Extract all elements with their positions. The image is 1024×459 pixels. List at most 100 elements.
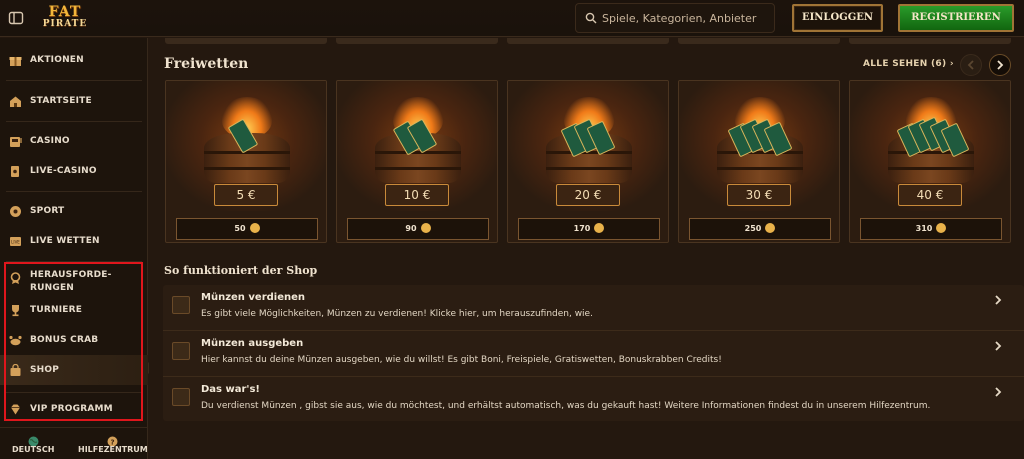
divider	[6, 121, 142, 122]
freebet-card[interactable]: 40 € 310	[849, 80, 1011, 243]
coin-icon	[765, 222, 776, 233]
card-cost: 310	[915, 224, 933, 233]
help-label: HILFEZENTRUM	[78, 445, 148, 454]
chevron-right-icon: ›	[949, 59, 954, 69]
top-header: FAT PIRATE EINLOGGEN REGISTRIEREN	[0, 0, 1024, 37]
freebet-card[interactable]: 10 € 90	[336, 80, 498, 243]
help-icon: ?	[107, 432, 118, 447]
cards-icon	[8, 164, 22, 178]
receipt-icon	[172, 388, 190, 406]
search-box[interactable]	[575, 3, 775, 33]
see-all-link[interactable]: ALLE SEHEN (6) ›	[863, 59, 954, 69]
sidebar-toggle-icon[interactable]	[8, 10, 24, 26]
main-content: Freiwetten ALLE SEHEN (6) › 5 € 50 10 € …	[149, 38, 1024, 459]
divider	[6, 261, 142, 262]
coins-icon	[172, 296, 190, 314]
sidebar-item-turniere[interactable]: TURNIERE	[0, 297, 148, 323]
logo-text-top: FAT	[48, 4, 82, 20]
card-price: 20 €	[556, 184, 620, 206]
info-row-title: Münzen verdienen	[201, 292, 306, 303]
how-it-works-list: Münzen verdienen Es gibt viele Möglichke…	[163, 285, 1024, 421]
coin-icon	[420, 222, 431, 233]
sidebar: AKTIONEN STARTSEITE CASINO LIVE-CASINO S…	[0, 38, 154, 459]
chevron-left-icon	[967, 60, 974, 70]
search-input[interactable]	[602, 4, 772, 32]
sidebar-item-herausforderungen[interactable]: HERAUSFORDE-RUNGEN	[0, 266, 148, 296]
sidebar-item-sport[interactable]: SPORT	[0, 198, 148, 224]
chevron-right-icon	[995, 295, 1002, 305]
sidebar-item-label: STARTSEITE	[30, 95, 92, 106]
sidebar-item-live-wetten[interactable]: LIVE LIVE WETTEN	[0, 228, 148, 254]
info-row-spend[interactable]: Münzen ausgeben Hier kannst du deine Mün…	[163, 331, 1024, 376]
crab-icon	[8, 333, 22, 347]
info-row-done[interactable]: Das war's! Du verdienst Münzen , gibst s…	[163, 377, 1024, 422]
sidebar-item-label: SPORT	[30, 205, 65, 216]
divider	[0, 427, 148, 428]
login-button[interactable]: EINLOGGEN	[792, 4, 883, 32]
logo-text-bottom: PIRATE	[42, 19, 88, 29]
sidebar-item-live-casino[interactable]: LIVE-CASINO	[0, 158, 148, 184]
live-icon: LIVE	[8, 234, 22, 248]
sidebar-item-label: LIVE-CASINO	[30, 165, 97, 176]
ball-icon	[8, 204, 22, 218]
card-cost: 50	[234, 224, 246, 233]
divider	[6, 392, 142, 393]
card-price: 10 €	[385, 184, 449, 206]
spend-icon	[172, 342, 190, 360]
chevron-right-icon	[995, 387, 1002, 397]
coin-icon	[594, 222, 605, 233]
sidebar-item-vip-programm[interactable]: VIP PROGRAMM	[0, 396, 148, 422]
sidebar-item-aktionen[interactable]: AKTIONEN	[0, 47, 148, 73]
sidebar-item-label: LIVE WETTEN	[30, 235, 100, 246]
section-title-freiwetten: Freiwetten	[164, 56, 249, 72]
sidebar-item-bonus-crab[interactable]: BONUS CRAB	[0, 327, 148, 353]
register-button[interactable]: REGISTRIEREN	[898, 4, 1014, 32]
sidebar-item-label: HERAUSFORDE-RUNGEN	[30, 270, 112, 293]
gift-icon	[8, 53, 22, 67]
svg-text:LIVE: LIVE	[11, 239, 20, 244]
coin-icon	[249, 222, 260, 233]
card-strip	[849, 38, 1011, 44]
card-cost-button[interactable]: 50	[176, 218, 318, 240]
card-strip	[336, 38, 498, 44]
medal-icon	[8, 271, 22, 285]
card-strip	[678, 38, 840, 44]
sidebar-item-label: CASINO	[30, 135, 70, 146]
divider	[6, 80, 142, 81]
slot-machine-icon	[8, 134, 22, 148]
card-price: 30 €	[727, 184, 791, 206]
carousel-next-button[interactable]	[989, 54, 1011, 76]
sidebar-item-label: VIP PROGRAMM	[30, 403, 113, 414]
card-strip	[507, 38, 669, 44]
info-row-title: Das war's!	[201, 384, 260, 395]
card-cost-button[interactable]: 90	[347, 218, 489, 240]
card-cost: 170	[573, 224, 591, 233]
coin-icon	[936, 222, 947, 233]
search-icon	[585, 12, 597, 24]
carousel-prev-button[interactable]	[960, 54, 982, 76]
sidebar-item-casino[interactable]: CASINO	[0, 128, 148, 154]
shop-bag-icon	[8, 363, 22, 377]
card-cost-button[interactable]: 310	[860, 218, 1002, 240]
language-selector[interactable]: DEUTSCH	[12, 432, 54, 456]
logo[interactable]: FAT PIRATE	[38, 4, 92, 32]
chevron-right-icon	[995, 341, 1002, 351]
trophy-icon	[8, 303, 22, 317]
info-row-desc: Hier kannst du deine Münzen ausgeben, wi…	[201, 355, 722, 365]
chevron-right-icon	[997, 60, 1004, 70]
divider	[6, 191, 142, 192]
help-center-link[interactable]: ? HILFEZENTRUM	[78, 432, 148, 456]
card-cost: 250	[744, 224, 762, 233]
sidebar-item-label: SHOP	[30, 364, 60, 375]
sidebar-item-startseite[interactable]: STARTSEITE	[0, 88, 148, 114]
card-cost: 90	[405, 224, 417, 233]
freebet-card[interactable]: 5 € 50	[165, 80, 327, 243]
freebet-card[interactable]: 20 € 170	[507, 80, 669, 243]
info-row-earn[interactable]: Münzen verdienen Es gibt viele Möglichke…	[163, 285, 1024, 330]
sidebar-item-shop[interactable]: SHOP	[0, 355, 154, 385]
section-title-how: So funktioniert der Shop	[164, 264, 318, 277]
home-icon	[8, 94, 22, 108]
card-cost-button[interactable]: 250	[689, 218, 831, 240]
freebet-card[interactable]: 30 € 250	[678, 80, 840, 243]
card-cost-button[interactable]: 170	[518, 218, 660, 240]
